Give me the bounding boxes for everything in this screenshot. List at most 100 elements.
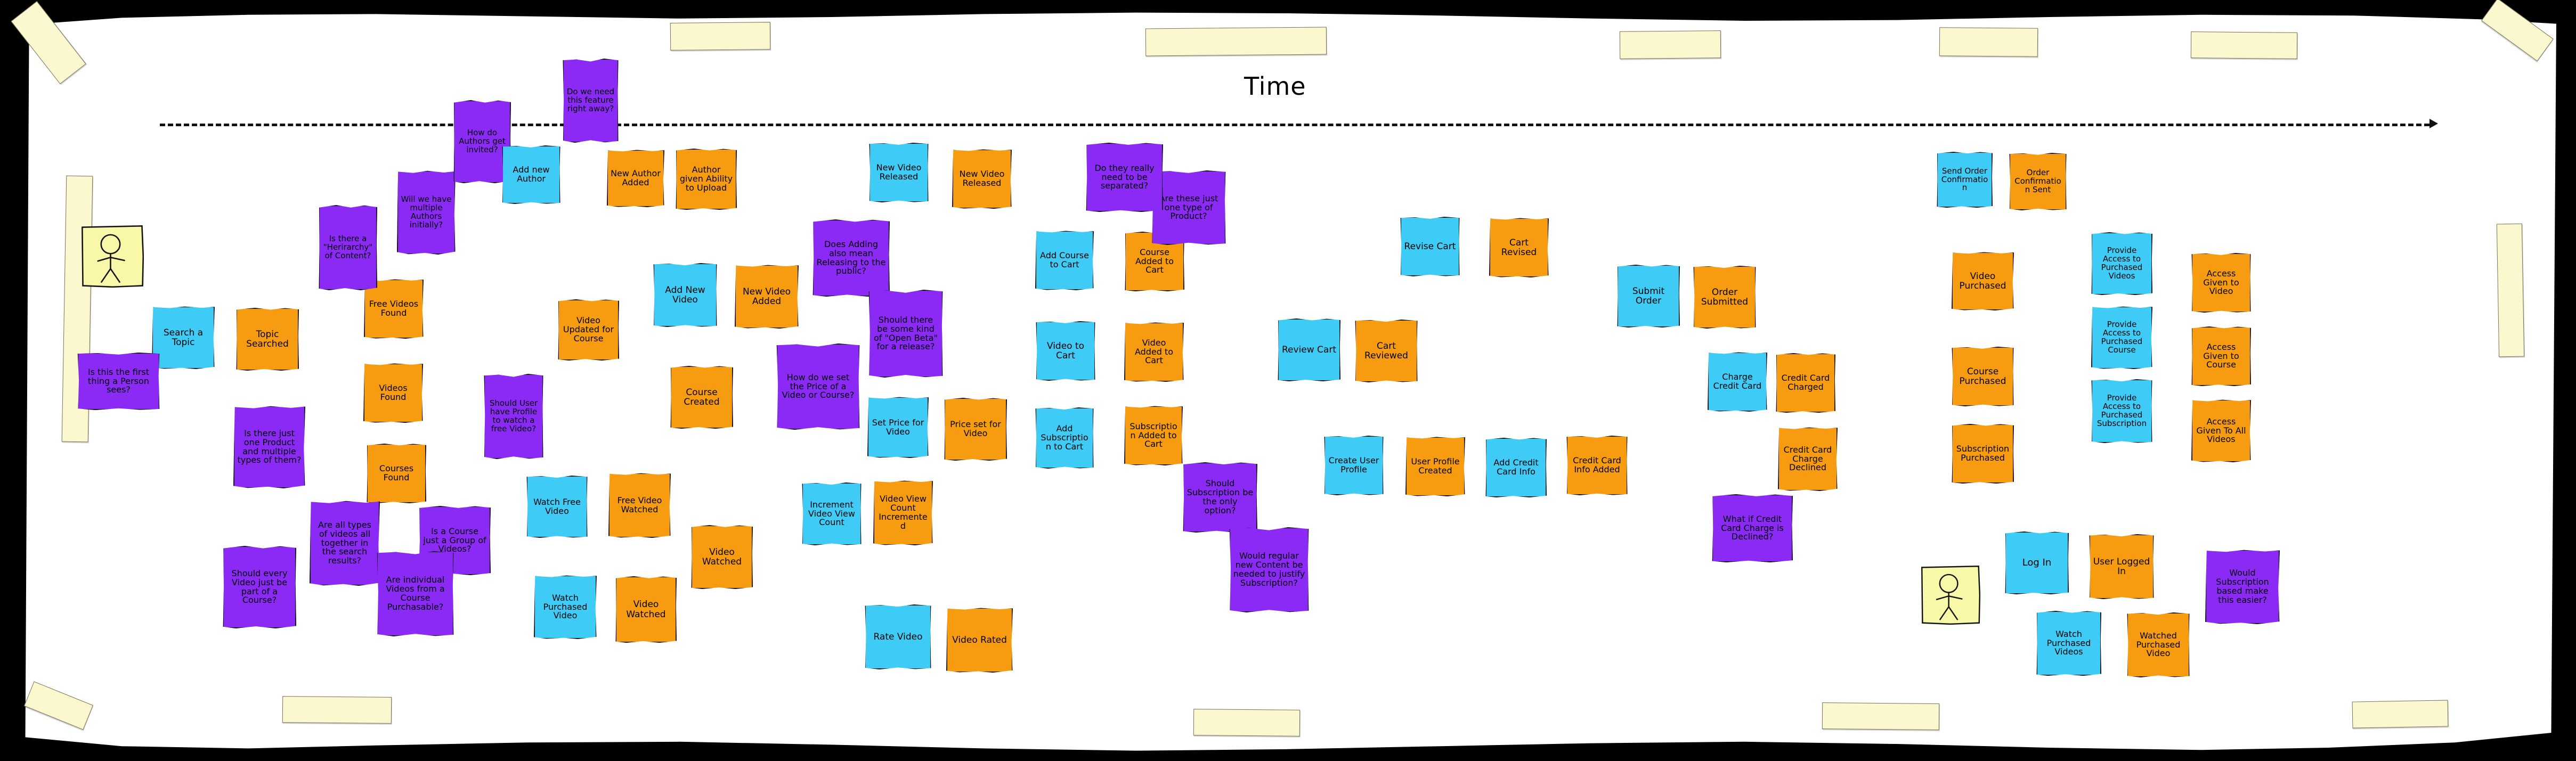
sticky-note-purple[interactable]: Should there be some kind of "Open Beta"… — [868, 290, 943, 378]
sticky-note-blue[interactable]: Provide Access to Purchased Course — [2091, 306, 2152, 369]
sticky-note-label: New Author Added — [611, 168, 661, 187]
sticky-note-label: Watched Purchased Video — [2136, 630, 2181, 659]
sticky-note-orange[interactable]: Video Added to Cart — [1124, 322, 1184, 382]
sticky-note-label: Is a Course just a Group of Videos? — [423, 526, 486, 554]
masking-tape-strip — [670, 22, 771, 51]
sticky-note-orange[interactable]: Free Video Watched — [608, 473, 671, 538]
sticky-note-purple[interactable]: Do they really need to be separated? — [1086, 143, 1163, 212]
sticky-note-blue[interactable]: Increment Video View Count — [802, 482, 862, 545]
sticky-note-purple[interactable]: Are individual Videos from a Course Purc… — [377, 551, 454, 636]
sticky-note-orange[interactable]: Video View Count Incremented — [873, 480, 933, 545]
sticky-note-orange[interactable]: Video Watched — [691, 525, 753, 589]
sticky-note-orange[interactable]: Course Created — [670, 366, 733, 429]
sticky-note-orange[interactable]: User Profile Created — [1405, 437, 1465, 496]
sticky-note-purple[interactable]: Is there a "Herirarchy" of Content? — [319, 205, 377, 290]
sticky-note-purple[interactable]: Does Adding also mean Releasing to the p… — [812, 219, 890, 297]
sticky-note-orange[interactable]: Author given Ability to Upload — [676, 149, 737, 210]
sticky-note-blue[interactable]: Add Credit Card Info — [1485, 438, 1547, 497]
sticky-note-orange[interactable]: Credit Card Charge Declined — [1778, 427, 1838, 491]
sticky-note-blue[interactable]: New Video Released — [869, 143, 929, 202]
sticky-note-label: Set Price for Video — [872, 417, 924, 437]
sticky-note-orange[interactable]: Access Given To All Videos — [2191, 399, 2251, 462]
sticky-note-purple[interactable]: Is there just one Product and multiple t… — [233, 406, 305, 488]
sticky-note-orange[interactable]: Access Given to Course — [2191, 326, 2251, 386]
sticky-note-orange[interactable]: New Video Added — [735, 265, 799, 329]
sticky-note-purple[interactable]: What if Credit Card Charge is Declined? — [1712, 494, 1793, 562]
sticky-note-blue[interactable]: Provide Access to Purchased Subscription — [2091, 379, 2152, 443]
sticky-note-orange[interactable]: Credit Card Charged — [1776, 353, 1835, 413]
sticky-note-label: Watch Free Video — [533, 496, 581, 516]
sticky-note-orange[interactable]: Video Updated for Course — [558, 299, 619, 361]
sticky-note-orange[interactable]: Videos Found — [363, 363, 423, 423]
sticky-note-orange[interactable]: Credit Card Info Added — [1566, 436, 1628, 495]
sticky-note-label: Credit Card Charge Declined — [1783, 444, 1832, 473]
sticky-note-purple[interactable]: Should User have Profile to watch a free… — [484, 374, 543, 459]
sticky-note-label: Submit Order — [1632, 285, 1665, 306]
masking-tape-strip — [1939, 27, 2038, 57]
sticky-note-orange[interactable]: Video Purchased — [1952, 252, 2014, 310]
sticky-note-label: Provide Access to Purchased Videos — [2101, 246, 2143, 281]
sticky-note-label: Rate Video — [873, 631, 923, 642]
sticky-note-orange[interactable]: Subscription Purchased — [1952, 424, 2014, 484]
sticky-note-blue[interactable]: Charge Credit Card — [1708, 352, 1767, 412]
sticky-note-purple[interactable]: Are all types of videos all together in … — [310, 501, 380, 586]
sticky-note-purple[interactable]: Should every Video just be part of a Cou… — [223, 546, 296, 628]
sticky-note-label: Courses Found — [379, 463, 414, 482]
sticky-note-label: Would Subscription based make this easie… — [2216, 568, 2269, 605]
sticky-note-orange[interactable]: Access Given to Video — [2191, 253, 2251, 313]
sticky-note-purple[interactable]: How do Authors get invited? — [453, 100, 511, 183]
sticky-note-blue[interactable]: Add New Video — [653, 263, 717, 327]
sticky-note-label: User Logged In — [2093, 556, 2150, 577]
sticky-note-purple[interactable]: Is this the first thing a Person sees? — [77, 353, 160, 410]
sticky-note-orange[interactable]: New Author Added — [607, 150, 664, 207]
sticky-note-blue[interactable]: Revise Cart — [1400, 217, 1460, 276]
sticky-note-purple[interactable]: Do we need this feature right away? — [563, 59, 619, 143]
sticky-note-blue[interactable]: Add Course to Cart — [1035, 231, 1094, 290]
sticky-note-orange[interactable]: Order Confirmation Sent — [2009, 153, 2067, 210]
sticky-note-label: Do we need this feature right away? — [566, 87, 615, 113]
sticky-note-orange[interactable]: User Logged In — [2089, 534, 2154, 599]
sticky-note-orange[interactable]: Topic Searched — [236, 308, 299, 371]
event-storming-board: Time How do Authors get invited? Do we ne… — [0, 0, 2576, 761]
sticky-note-purple[interactable]: Would regular new Content be needed to j… — [1229, 527, 1309, 612]
sticky-note-orange[interactable]: Video Rated — [946, 608, 1013, 673]
sticky-note-label: Topic Searched — [246, 329, 289, 349]
sticky-note-orange[interactable]: Cart Reviewed — [1355, 320, 1418, 382]
sticky-note-orange[interactable]: Watched Purchased Video — [2127, 612, 2190, 677]
sticky-note-orange[interactable]: Order Submitted — [1693, 266, 1756, 329]
sticky-note-orange[interactable]: Price set for Video — [944, 398, 1007, 461]
sticky-note-purple[interactable]: How do we set the Price of a Video or Co… — [776, 343, 860, 430]
sticky-note-purple[interactable]: Will we have multiple Authors initially? — [397, 170, 456, 255]
sticky-note-orange[interactable]: Video Watched — [615, 576, 677, 643]
sticky-note-orange[interactable]: Cart Revised — [1489, 218, 1549, 277]
sticky-note-label: Course Created — [684, 387, 720, 407]
sticky-note-label: How do Authors get invited? — [459, 128, 506, 154]
sticky-note-label: Are individual Videos from a Course Purc… — [386, 575, 445, 612]
sticky-note-orange[interactable]: Subscription Added to Cart — [1124, 406, 1183, 465]
actor-sticky-note — [1921, 563, 1980, 626]
sticky-note-blue[interactable]: Add new Author — [502, 145, 560, 204]
sticky-note-purple[interactable]: Would Subscription based make this easie… — [2205, 550, 2280, 624]
sticky-note-blue[interactable]: Watch Free Video — [526, 476, 588, 538]
sticky-note-purple[interactable]: Should Subscription be the only option? — [1183, 462, 1257, 533]
sticky-note-blue[interactable]: Set Price for Video — [867, 397, 929, 458]
sticky-note-label: Should there be some kind of "Open Beta"… — [874, 314, 938, 352]
sticky-note-blue[interactable]: Video to Cart — [1036, 321, 1095, 381]
sticky-note-blue[interactable]: Add Subscription to Cart — [1035, 407, 1094, 469]
sticky-note-label: Watch Purchased Video — [543, 592, 588, 621]
sticky-note-orange[interactable]: Courses Found — [367, 444, 426, 503]
sticky-note-blue[interactable]: Send Order Confirmation — [1937, 152, 1993, 208]
sticky-note-blue[interactable]: Watch Purchased Videos — [2036, 611, 2101, 676]
sticky-note-orange[interactable]: Course Purchased — [1952, 347, 2014, 406]
sticky-note-blue[interactable]: Provide Access to Purchased Videos — [2091, 232, 2152, 295]
sticky-note-blue[interactable]: Submit Order — [1617, 265, 1680, 328]
sticky-note-blue[interactable]: Rate Video — [865, 604, 931, 669]
sticky-note-blue[interactable]: Watch Purchased Video — [534, 575, 597, 639]
sticky-note-blue[interactable]: Create User Profile — [1324, 436, 1384, 495]
sticky-note-orange[interactable]: New Video Released — [952, 149, 1012, 209]
sticky-note-blue[interactable]: Review Cart — [1278, 318, 1340, 381]
sticky-note-label: Subscription Purchased — [1956, 444, 2010, 463]
sticky-note-label: Add Credit Card Info — [1493, 457, 1539, 477]
sticky-note-blue[interactable]: Search a Topic — [152, 306, 215, 369]
sticky-note-blue[interactable]: Log In — [2005, 531, 2069, 594]
